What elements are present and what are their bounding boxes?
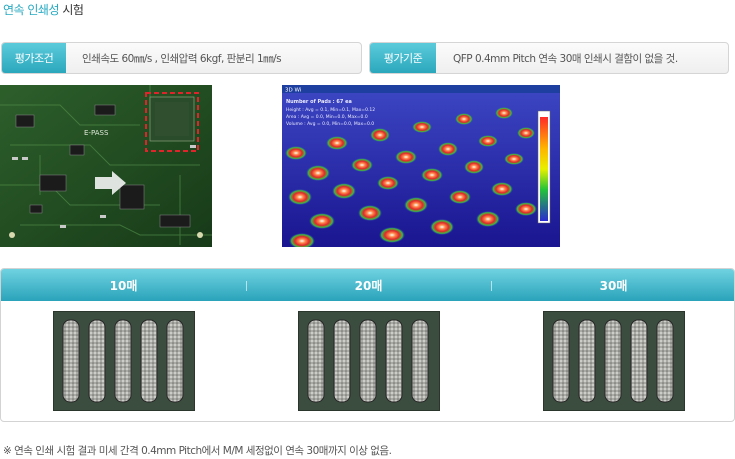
column-header-10: 10매 xyxy=(109,278,138,293)
evaluation-conditions-value: 인쇄속도 60㎜/s , 인쇄압력 6kgf, 판분리 1㎜/s xyxy=(82,52,282,65)
results-header: 10매 20매 30매 xyxy=(1,269,734,301)
heatmap-window-title: 3D Wi xyxy=(285,88,302,94)
pcb-board-label: E-PASS xyxy=(84,129,109,137)
column-header-20: 20매 xyxy=(354,278,383,293)
section-title-highlight: 연속 인쇄성 xyxy=(3,3,60,17)
footnote: ※ 연속 인쇄 시험 결과 미세 간격 0.4mm Pitch에서 M/M 세정… xyxy=(3,445,392,457)
print-result-image-10 xyxy=(53,311,195,411)
heatmap-info-line: Volume : Avg = 0.0, Min=0.0, Max=0.0 xyxy=(286,121,374,127)
pcb-board-photo: E-PASS xyxy=(0,85,212,247)
print-result-image-30 xyxy=(543,311,685,411)
evaluation-conditions-label: 평가조건 xyxy=(2,43,66,73)
section-title: 연속 인쇄성 시험 xyxy=(3,1,84,18)
solder-3d-inspection-image: 3D Wi Number of Pads: 67 ea Height: Av… xyxy=(282,85,560,247)
results-panel: 10매 20매 30매 xyxy=(0,268,735,422)
evaluation-criteria-bar: 평가기준 QFP 0.4mm Pitch 연속 30매 인쇄시 결함이 없을 것… xyxy=(369,42,729,74)
heatmap-info-line: Area : Avg = 0.0, Min=0.0, Max=0.0 xyxy=(286,114,368,120)
column-header-30: 30매 xyxy=(599,278,628,293)
evaluation-conditions-bar: 평가조건 인쇄속도 60㎜/s , 인쇄압력 6kgf, 판분리 1㎜/s xyxy=(1,42,362,74)
print-result-image-20 xyxy=(298,311,440,411)
heatmap-info-header: Number of Pads : 67 ea xyxy=(286,99,352,105)
heatmap-info-line: Height : Avg = 0.1, Min=0.1, Max=0.12 xyxy=(286,107,375,113)
evaluation-criteria-value: QFP 0.4mm Pitch 연속 30매 인쇄시 결함이 없을 것. xyxy=(453,52,678,65)
evaluation-criteria-label: 평가기준 xyxy=(370,43,436,73)
section-title-rest: 시험 xyxy=(59,3,84,17)
